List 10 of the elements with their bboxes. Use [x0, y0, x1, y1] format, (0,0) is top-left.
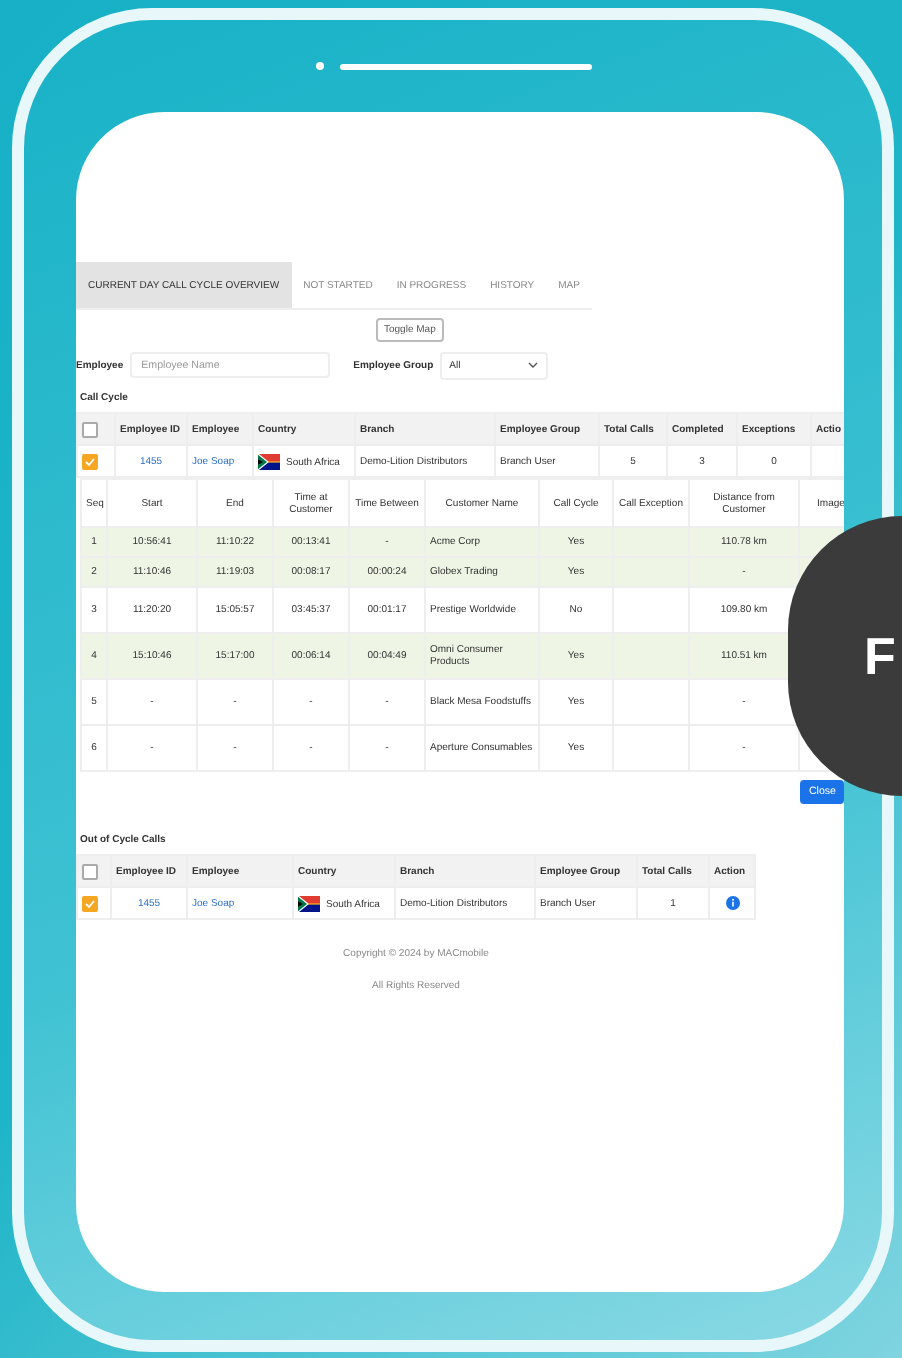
checkbox[interactable]	[82, 863, 98, 879]
speaker-icon	[339, 63, 591, 69]
checkbox[interactable]	[82, 895, 98, 911]
checkbox[interactable]	[82, 421, 98, 437]
info-icon[interactable]	[725, 896, 739, 910]
flag-icon	[258, 453, 280, 469]
flag-icon	[298, 895, 320, 911]
chevron-down-icon	[527, 362, 538, 368]
camera-icon	[315, 62, 323, 70]
checkbox[interactable]	[82, 453, 98, 469]
